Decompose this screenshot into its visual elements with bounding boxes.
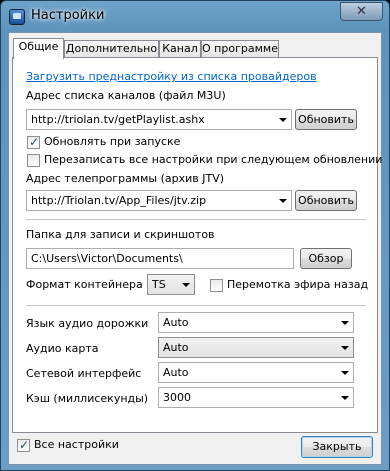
net-iface-select[interactable]: Auto (158, 362, 354, 383)
divider (26, 219, 366, 221)
chevron-down-icon (279, 199, 287, 203)
net-iface-value: Auto (163, 366, 189, 379)
divider (26, 305, 366, 307)
chevron-down-icon (341, 371, 349, 375)
general-panel: Загрузить преднастройку из списка провай… (12, 57, 382, 433)
folder-path-input[interactable]: C:\Users\Victor\Documents\ (26, 248, 294, 269)
chevron-down-icon (341, 396, 349, 400)
window-title: Настройки (31, 8, 105, 23)
epg-refresh-button[interactable]: Обновить (295, 190, 357, 211)
tab-about[interactable]: О программе (201, 40, 279, 58)
timeshift-checkbox[interactable] (210, 279, 223, 292)
dialog-client: Общие Дополнительно Канал О программе За… (8, 32, 382, 465)
audio-track-select[interactable]: Auto (158, 312, 354, 333)
app-icon (9, 9, 25, 25)
epg-url-value: http://Triolan.tv/App_Files/jtv.zip (31, 194, 207, 207)
container-format-select[interactable]: TS (147, 274, 195, 295)
epg-url-combo[interactable]: http://Triolan.tv/App_Files/jtv.zip (26, 190, 292, 211)
cache-label: Кэш (миллисекунды) (26, 392, 149, 405)
update-on-start-label: Обновлять при запуске (44, 135, 181, 148)
tab-channel[interactable]: Канал (159, 40, 201, 58)
m3u-url-combo[interactable]: http://triolan.tv/getPlaylist.ashx (26, 109, 292, 130)
timeshift-label: Перемотка эфира назад (227, 278, 369, 291)
preset-link[interactable]: Загрузить преднастройку из списка провай… (26, 70, 317, 83)
title-bar[interactable]: Настройки ✕ (1, 1, 389, 33)
cache-value: 3000 (163, 391, 191, 404)
chevron-down-icon (279, 118, 287, 122)
audio-card-select[interactable]: Auto (158, 337, 354, 358)
m3u-refresh-button[interactable]: Обновить (295, 109, 357, 130)
chevron-down-icon (341, 321, 349, 325)
m3u-url-value: http://triolan.tv/getPlaylist.ashx (31, 113, 205, 126)
container-format-value: TS (152, 278, 166, 291)
browse-button[interactable]: Обзор (300, 248, 352, 269)
audio-track-label: Язык аудио дорожки (26, 317, 149, 330)
all-settings-checkbox[interactable]: ✓ (17, 438, 30, 452)
chevron-down-icon (182, 283, 190, 287)
audio-card-value: Auto (163, 341, 189, 354)
settings-window: Настройки ✕ Общие Дополнительно Канал О … (0, 0, 390, 471)
checkmark-icon: ✓ (29, 135, 40, 149)
folder-label: Папка для записи и скриншотов (26, 228, 215, 241)
cache-select[interactable]: 3000 (158, 387, 354, 408)
all-settings-label: Все настройки (34, 438, 119, 451)
epg-label: Адрес телепрограммы (архив JTV) (26, 172, 225, 185)
audio-track-value: Auto (163, 316, 189, 329)
audio-card-label: Аудио карта (26, 342, 99, 355)
checkmark-icon: ✓ (19, 438, 30, 452)
m3u-label: Адрес списка каналов (файл M3U) (26, 89, 226, 102)
folder-path-value: C:\Users\Victor\Documents\ (31, 252, 183, 265)
container-label: Формат контейнера (26, 278, 143, 291)
tab-general[interactable]: Общие (13, 38, 64, 59)
chevron-down-icon (341, 346, 349, 350)
overwrite-settings-checkbox[interactable] (27, 154, 40, 167)
close-window-button[interactable]: ✕ (340, 2, 383, 21)
close-button[interactable]: Закрыть (301, 436, 373, 458)
overwrite-settings-label: Перезаписать все настройки при следующем… (44, 153, 383, 166)
update-on-start-checkbox[interactable]: ✓ (27, 135, 40, 149)
net-iface-label: Сетевой интерфейс (26, 367, 142, 380)
tab-advanced[interactable]: Дополнительно (64, 40, 159, 58)
